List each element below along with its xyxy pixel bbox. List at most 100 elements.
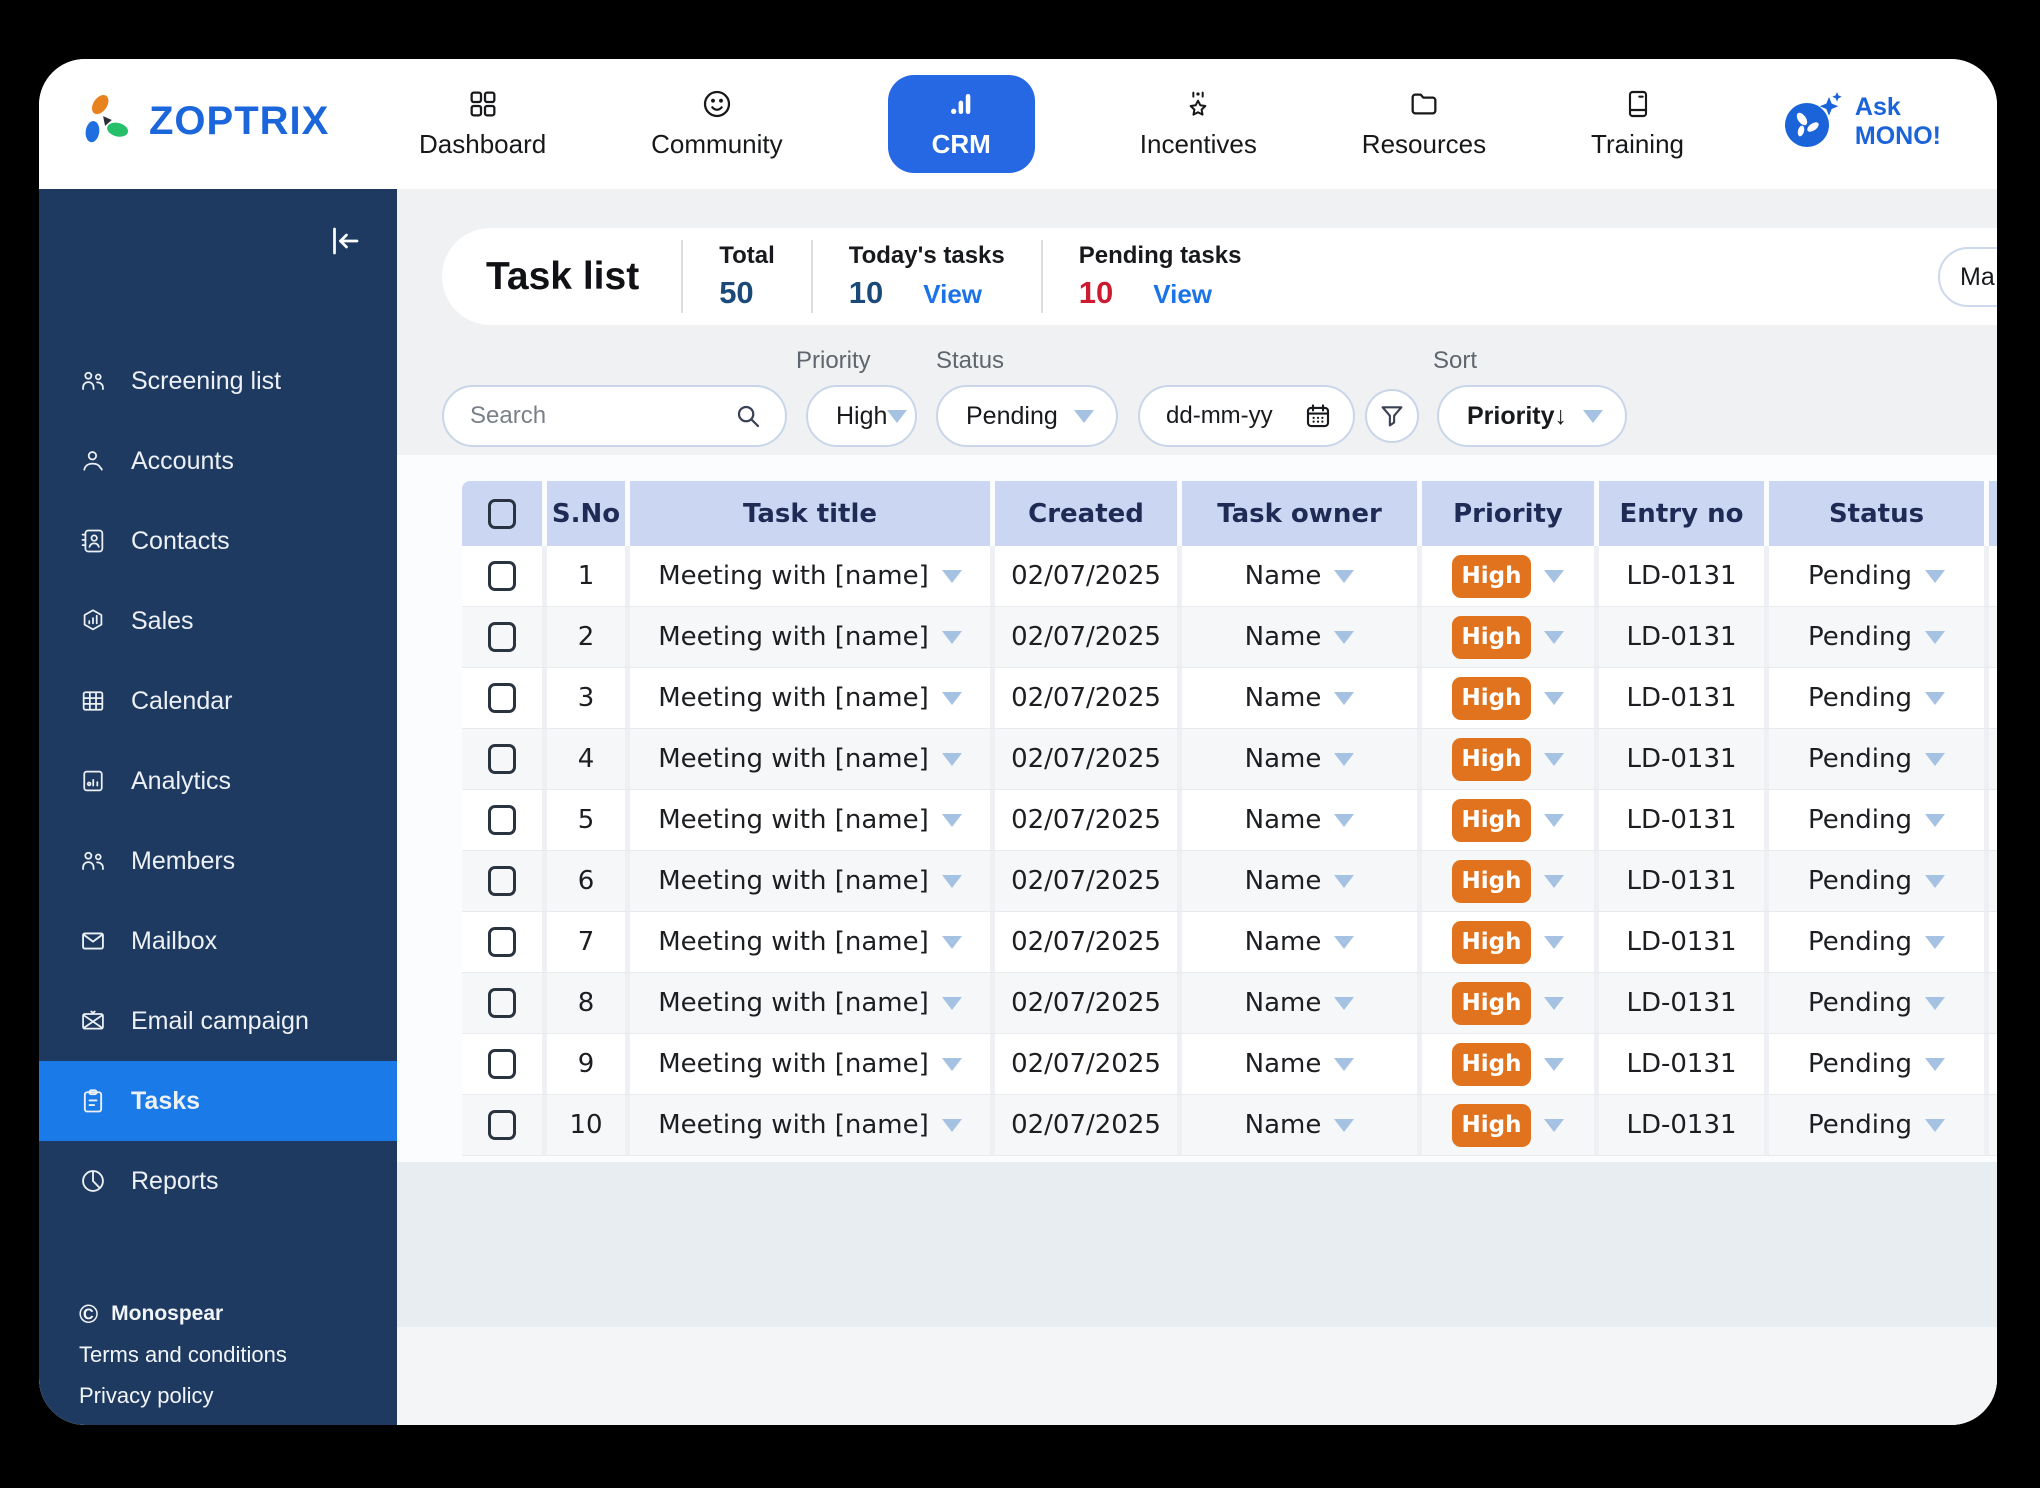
sidebar-item[interactable]: Reports (39, 1141, 397, 1221)
sidebar-item[interactable]: Analytics (39, 741, 397, 821)
chevron-down-icon[interactable] (1925, 997, 1945, 1010)
sidebar-item-label: Calendar (131, 687, 232, 716)
sidebar-item[interactable]: Mailbox (39, 901, 397, 981)
chevron-down-icon[interactable] (942, 997, 962, 1010)
priority-cell: High (1422, 668, 1594, 728)
filter-funnel-button[interactable] (1365, 389, 1419, 443)
chevron-down-icon[interactable] (1334, 875, 1354, 888)
sidebar-item[interactable]: Email campaign (39, 981, 397, 1061)
chevron-down-icon[interactable] (1544, 936, 1564, 949)
chevron-down-icon[interactable] (1925, 631, 1945, 644)
chevron-down-icon[interactable] (1544, 570, 1564, 583)
priority-badge: High (1452, 738, 1532, 781)
sidebar-item[interactable]: Contacts (39, 501, 397, 581)
privacy-link[interactable]: Privacy policy (79, 1383, 287, 1409)
chevron-down-icon[interactable] (1925, 753, 1945, 766)
row-checkbox[interactable] (488, 1049, 516, 1079)
chevron-down-icon[interactable] (1925, 1119, 1945, 1132)
row-checkbox[interactable] (488, 927, 516, 957)
chevron-down-icon[interactable] (1544, 631, 1564, 644)
chevron-down-icon[interactable] (1334, 814, 1354, 827)
chevron-down-icon[interactable] (1334, 631, 1354, 644)
sidebar-item[interactable]: Tasks (39, 1061, 397, 1141)
sort-dropdown[interactable]: Priority↓ (1437, 385, 1627, 447)
row-checkbox[interactable] (488, 683, 516, 713)
sidebar-item[interactable]: Members (39, 821, 397, 901)
col-created: Created (995, 481, 1177, 546)
row-checkbox[interactable] (488, 866, 516, 896)
row-checkbox[interactable] (488, 744, 516, 774)
analytics-doc-icon (79, 767, 107, 795)
task-title-cell: Meeting with [name] (630, 1095, 990, 1155)
chevron-down-icon[interactable] (942, 1119, 962, 1132)
row-checkbox[interactable] (488, 1110, 516, 1140)
row-checkbox[interactable] (488, 622, 516, 652)
todays-view-link[interactable]: View (923, 279, 982, 310)
chevron-down-icon[interactable] (1544, 1058, 1564, 1071)
chevron-down-icon[interactable] (1334, 1058, 1354, 1071)
table-body: 1 Meeting with [name] 02/07/2025 Name Hi… (462, 546, 1997, 1156)
chevron-down-icon[interactable] (1544, 692, 1564, 705)
chevron-down-icon[interactable] (1544, 1119, 1564, 1132)
chevron-down-icon[interactable] (1334, 997, 1354, 1010)
chevron-down-icon[interactable] (942, 875, 962, 888)
status-filter-dropdown[interactable]: Pending (936, 385, 1118, 447)
chevron-down-icon[interactable] (1334, 753, 1354, 766)
brand-logo[interactable]: ZOPTRIX (77, 92, 329, 150)
chevron-down-icon (1583, 410, 1603, 423)
pending-view-link[interactable]: View (1153, 279, 1212, 310)
sidebar-item-label: Analytics (131, 767, 231, 796)
chevron-down-icon[interactable] (1925, 875, 1945, 888)
sidebar-collapse-icon[interactable] (327, 223, 363, 259)
chevron-down-icon[interactable] (942, 1058, 962, 1071)
chevron-down-icon[interactable] (1925, 692, 1945, 705)
nav-item-label: CRM (932, 129, 991, 160)
chevron-down-icon[interactable] (1334, 936, 1354, 949)
date-filter-input[interactable]: dd-mm-yy (1138, 385, 1355, 447)
table-row: 3 Meeting with [name] 02/07/2025 Name Hi… (462, 668, 1997, 729)
terms-link[interactable]: Terms and conditions (79, 1342, 287, 1368)
chevron-down-icon[interactable] (1334, 1119, 1354, 1132)
task-owner-cell: Name (1182, 912, 1417, 972)
nav-item[interactable]: Community (651, 88, 782, 160)
nav-item[interactable]: Dashboard (419, 88, 546, 160)
chevron-down-icon[interactable] (1544, 875, 1564, 888)
entry-no-cell: LD-0131 (1599, 546, 1764, 606)
chevron-down-icon[interactable] (1925, 1058, 1945, 1071)
chevron-down-icon[interactable] (942, 814, 962, 827)
sidebar-item[interactable]: Accounts (39, 421, 397, 501)
chevron-down-icon[interactable] (1925, 570, 1945, 583)
chevron-down-icon[interactable] (1334, 692, 1354, 705)
truncated-action-button[interactable]: Ma (1938, 247, 1997, 307)
priority-filter-dropdown[interactable]: High (806, 385, 917, 447)
chevron-down-icon[interactable] (942, 631, 962, 644)
chevron-down-icon[interactable] (1544, 753, 1564, 766)
sidebar-item[interactable]: Sales (39, 581, 397, 661)
row-checkbox[interactable] (488, 561, 516, 591)
row-checkbox[interactable] (488, 805, 516, 835)
clipboard-icon (79, 1087, 107, 1115)
nav-item[interactable]: CRM (888, 75, 1035, 173)
select-all-checkbox[interactable] (488, 499, 516, 529)
chevron-down-icon[interactable] (1544, 814, 1564, 827)
nav-item[interactable]: Training (1591, 88, 1684, 160)
sidebar-item[interactable]: Screening list (39, 341, 397, 421)
nav-item[interactable]: Incentives (1140, 88, 1257, 160)
table-row: 8 Meeting with [name] 02/07/2025 Name Hi… (462, 973, 1997, 1034)
chevron-down-icon[interactable] (942, 753, 962, 766)
chevron-down-icon[interactable] (942, 936, 962, 949)
chevron-down-icon[interactable] (1334, 570, 1354, 583)
search-input[interactable] (470, 402, 710, 430)
ask-mono-button[interactable]: Ask MONO! (1781, 91, 1941, 153)
chevron-down-icon[interactable] (942, 570, 962, 583)
chevron-down-icon[interactable] (942, 692, 962, 705)
row-checkbox[interactable] (488, 988, 516, 1018)
search-icon[interactable] (733, 401, 763, 431)
entry-no-cell: LD-0131 (1599, 1095, 1764, 1155)
chevron-down-icon[interactable] (1925, 936, 1945, 949)
nav-item[interactable]: Resources (1362, 88, 1486, 160)
chevron-down-icon[interactable] (1925, 814, 1945, 827)
nav-menu: Dashboard Community CRM Incentives Resou… (419, 59, 1684, 189)
chevron-down-icon[interactable] (1544, 997, 1564, 1010)
sidebar-item[interactable]: Calendar (39, 661, 397, 741)
